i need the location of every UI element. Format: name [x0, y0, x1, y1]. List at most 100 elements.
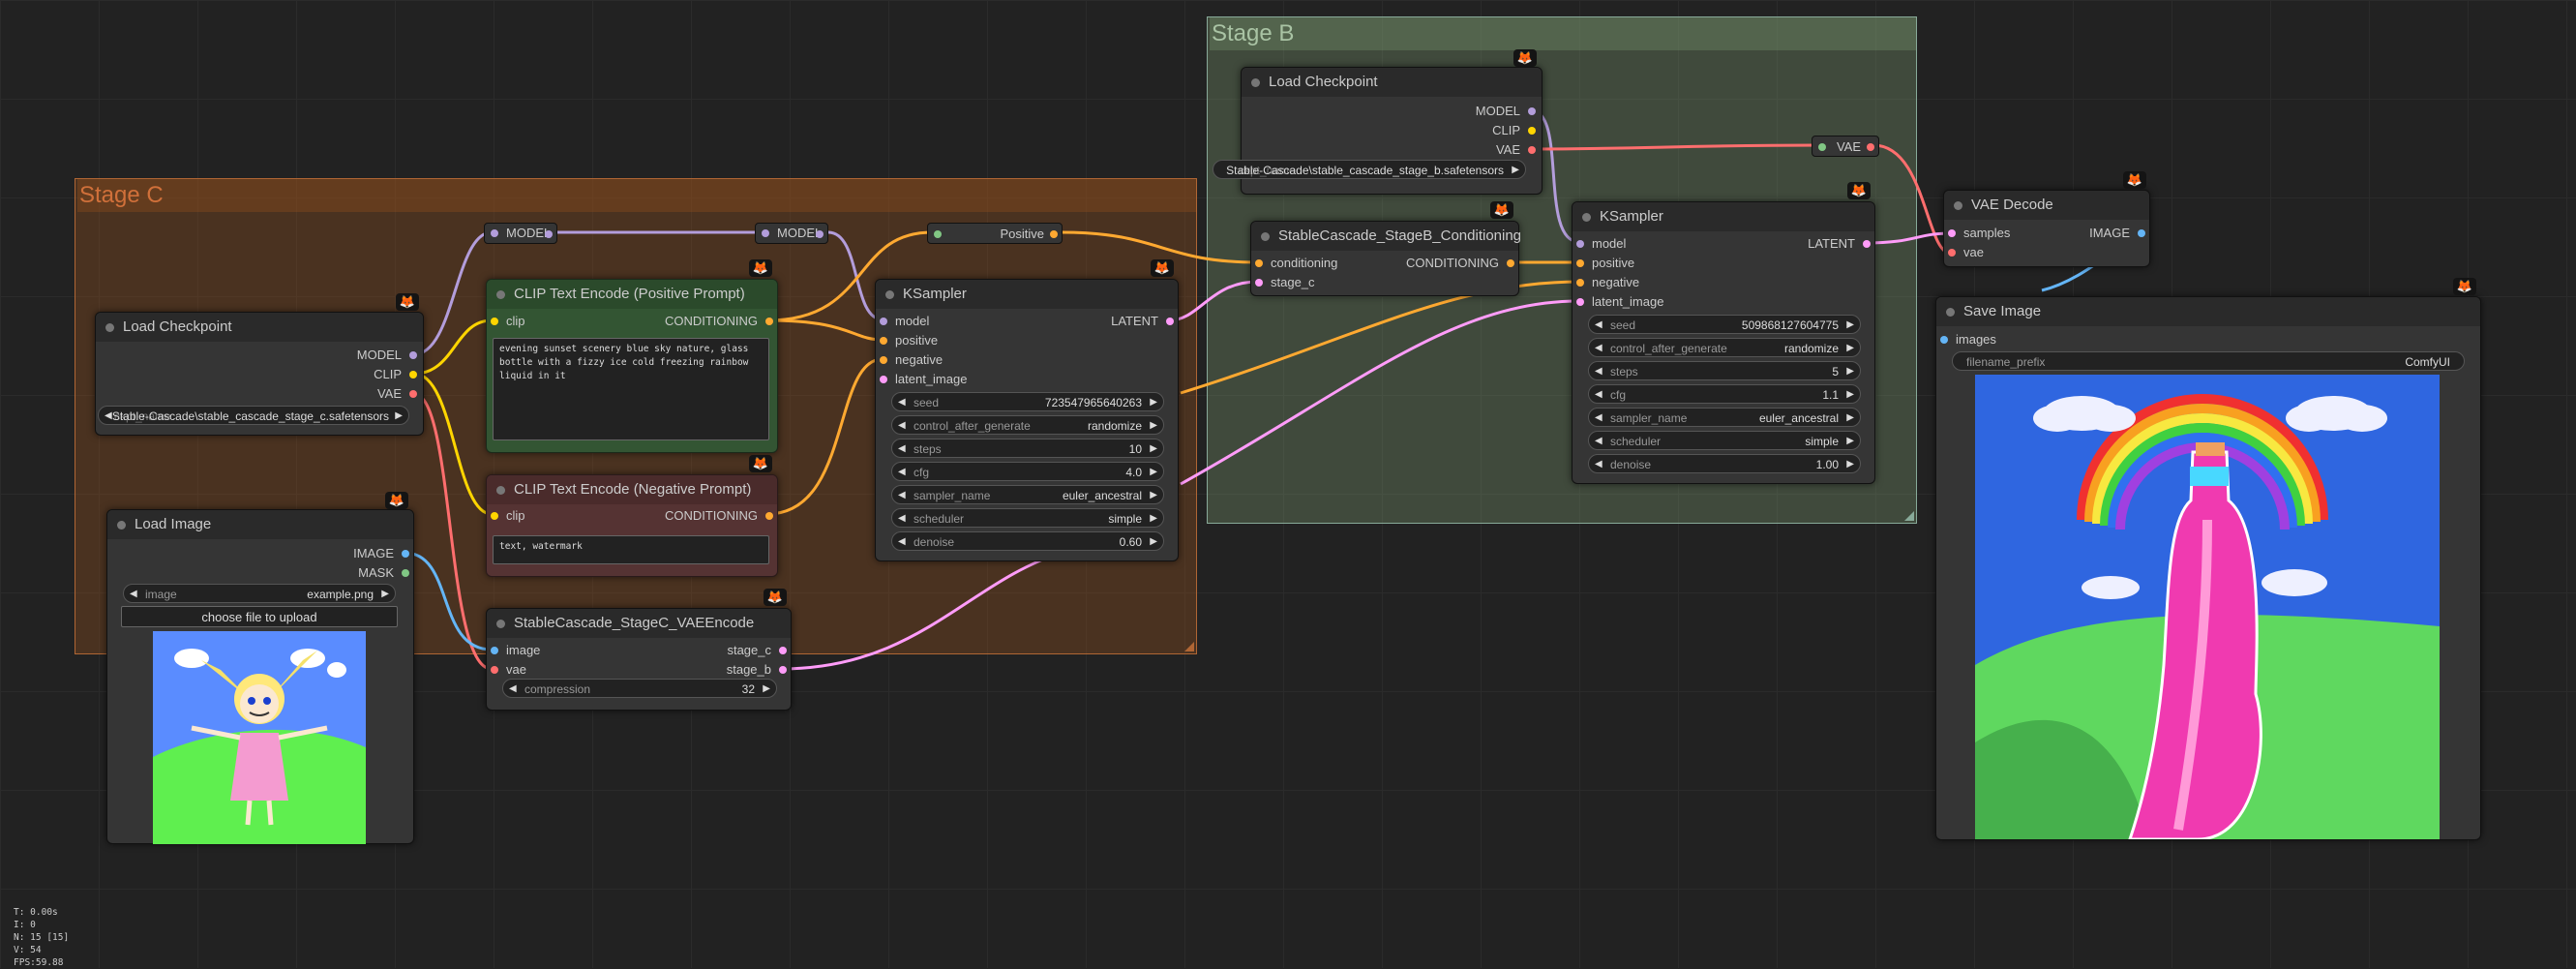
collapse-dot[interactable]	[105, 323, 114, 332]
output-image[interactable]: IMAGE	[2089, 226, 2145, 241]
output-conditioning[interactable]: CONDITIONING	[665, 508, 773, 524]
output-vae[interactable]: VAE	[377, 386, 417, 402]
arrow-left-icon[interactable]: ◀	[105, 407, 112, 426]
arrow-left-icon[interactable]: ◀	[509, 680, 517, 699]
collapse-dot[interactable]	[117, 521, 126, 530]
widget-seed[interactable]: ◀ seed 723547965640263 ▶	[891, 392, 1164, 411]
node-clip-text-encode-positive[interactable]: CLIP Text Encode (Positive Prompt) clip …	[486, 279, 778, 453]
arrow-left-icon[interactable]: ◀	[898, 439, 906, 459]
output-stage-c[interactable]: stage_c	[727, 643, 787, 658]
arrow-right-icon[interactable]: ▶	[381, 585, 389, 604]
collapse-dot[interactable]	[496, 486, 505, 495]
arrow-right-icon[interactable]: ▶	[1846, 409, 1854, 428]
widget-control-after-generate[interactable]: ◀ control_after_generate randomize ▶	[1588, 338, 1861, 357]
collapse-dot[interactable]	[496, 620, 505, 628]
collapse-dot[interactable]	[496, 290, 505, 299]
arrow-right-icon[interactable]: ▶	[1846, 385, 1854, 405]
arrow-left-icon[interactable]: ◀	[1595, 385, 1603, 405]
arrow-right-icon[interactable]: ▶	[1846, 316, 1854, 335]
output-mask[interactable]: MASK	[358, 565, 409, 581]
link-model[interactable]	[413, 230, 493, 356]
arrow-right-icon[interactable]: ▶	[1846, 362, 1854, 381]
link-conditioning[interactable]	[766, 318, 884, 342]
link-conditioning[interactable]	[1180, 280, 1580, 395]
filename-prefix-field[interactable]: filename_prefix ComfyUI	[1952, 351, 2465, 371]
arrow-right-icon[interactable]: ▶	[1150, 416, 1157, 436]
arrow-right-icon[interactable]: ▶	[1150, 532, 1157, 552]
arrow-right-icon[interactable]: ▶	[1150, 509, 1157, 529]
arrow-right-icon[interactable]: ▶	[1846, 455, 1854, 474]
node-load-image[interactable]: Load Image IMAGE MASK ◀ image example.pn…	[106, 509, 414, 844]
arrow-left-icon[interactable]: ◀	[898, 416, 906, 436]
arrow-left-icon[interactable]: ◀	[130, 585, 137, 604]
input-positive[interactable]: positive	[1576, 256, 1634, 271]
collapse-dot[interactable]	[1582, 213, 1591, 222]
input-image[interactable]: image	[491, 643, 540, 658]
widget-cfg[interactable]: ◀ cfg 1.1 ▶	[1588, 384, 1861, 404]
ckpt-name-combo[interactable]: ◀ ckpt_name Stable-Cascade\stable_cascad…	[98, 406, 409, 425]
arrow-left-icon[interactable]: ◀	[1595, 316, 1603, 335]
arrow-left-icon[interactable]: ◀	[1595, 432, 1603, 451]
link-latent[interactable]	[779, 550, 1065, 671]
output-conditioning[interactable]: CONDITIONING	[1406, 256, 1514, 271]
arrow-left-icon[interactable]: ◀	[898, 486, 906, 505]
node-load-checkpoint-stage-b[interactable]: Load Checkpoint MODEL CLIP VAE ckpt_name…	[1213, 67, 1543, 195]
arrow-right-icon[interactable]: ▶	[395, 407, 403, 426]
input-negative[interactable]: negative	[1576, 275, 1639, 290]
output-clip[interactable]: CLIP	[374, 367, 417, 382]
input-positive[interactable]: positive	[880, 333, 938, 348]
input-clip[interactable]: clip	[491, 508, 525, 524]
input-latent-image[interactable]: latent_image	[880, 372, 967, 387]
widget-steps[interactable]: ◀ steps 5 ▶	[1588, 361, 1861, 380]
image-combo[interactable]: ◀ image example.png ▶	[123, 584, 396, 603]
reroute-positive[interactable]: Positive	[927, 223, 1063, 244]
arrow-left-icon[interactable]: ◀	[898, 463, 906, 482]
output-stage-b[interactable]: stage_b	[727, 662, 787, 678]
output-image[interactable]: IMAGE	[353, 546, 409, 561]
arrow-left-icon[interactable]: ◀	[898, 393, 906, 412]
collapse-dot[interactable]	[1261, 232, 1270, 241]
input-images[interactable]: images	[1940, 332, 1996, 348]
input-samples[interactable]: samples	[1948, 226, 2010, 241]
link-clip[interactable]	[413, 372, 493, 516]
node-save-image[interactable]: Save Image images filename_prefix ComfyU…	[1935, 296, 2481, 840]
node-ksampler-stage-c[interactable]: KSampler model positive negative latent_…	[875, 279, 1179, 561]
input-model[interactable]: model	[1576, 236, 1626, 252]
widget-scheduler[interactable]: ◀ scheduler simple ▶	[1588, 431, 1861, 450]
node-stageb-conditioning[interactable]: StableCascade_StageB_Conditioning condit…	[1250, 221, 1521, 296]
collapse-dot[interactable]	[1954, 201, 1962, 210]
arrow-left-icon[interactable]: ◀	[898, 532, 906, 552]
widget-cfg[interactable]: ◀ cfg 4.0 ▶	[891, 462, 1164, 481]
link-clip[interactable]	[413, 318, 493, 376]
output-clip[interactable]: CLIP	[1492, 123, 1536, 138]
arrow-right-icon[interactable]: ▶	[763, 680, 770, 699]
input-negative[interactable]: negative	[880, 352, 943, 368]
graph-canvas[interactable]: Stage C Stage B MODEL MODEL Positive VAE…	[0, 0, 2576, 968]
output-model[interactable]: MODEL	[357, 348, 417, 363]
widget-denoise[interactable]: ◀ denoise 0.60 ▶	[891, 531, 1164, 551]
output-latent[interactable]: LATENT	[1808, 236, 1871, 252]
input-stage-c[interactable]: stage_c	[1255, 275, 1315, 290]
reroute-vae[interactable]: VAE	[1812, 136, 1879, 157]
collapse-dot[interactable]	[1251, 78, 1260, 87]
arrow-right-icon[interactable]: ▶	[1150, 393, 1157, 412]
link-conditioning[interactable]	[1061, 230, 1259, 264]
node-load-checkpoint-stage-c[interactable]: Load Checkpoint MODEL CLIP VAE ◀ ckpt_na…	[95, 312, 424, 436]
collapse-dot[interactable]	[885, 290, 894, 299]
reroute-model-2[interactable]: MODEL	[755, 223, 828, 244]
link-latent[interactable]	[1168, 280, 1259, 322]
widget-sampler-name[interactable]: ◀ sampler_name euler_ancestral ▶	[1588, 408, 1861, 427]
arrow-right-icon[interactable]: ▶	[1150, 486, 1157, 505]
node-ksampler-stage-b[interactable]: KSampler model positive negative latent_…	[1572, 201, 1875, 484]
arrow-right-icon[interactable]: ▶	[1150, 463, 1157, 482]
widget-control-after-generate[interactable]: ◀ control_after_generate randomize ▶	[891, 415, 1164, 435]
output-model[interactable]: MODEL	[1476, 104, 1536, 119]
arrow-left-icon[interactable]: ◀	[1595, 409, 1603, 428]
link-conditioning[interactable]	[766, 357, 884, 516]
prompt-textarea[interactable]: text, watermark	[493, 535, 769, 564]
input-model[interactable]: model	[880, 314, 929, 329]
input-clip[interactable]: clip	[491, 314, 525, 329]
widget-sampler-name[interactable]: ◀ sampler_name euler_ancestral ▶	[891, 485, 1164, 504]
arrow-left-icon[interactable]: ◀	[1595, 362, 1603, 381]
arrow-left-icon[interactable]: ◀	[1595, 455, 1603, 474]
